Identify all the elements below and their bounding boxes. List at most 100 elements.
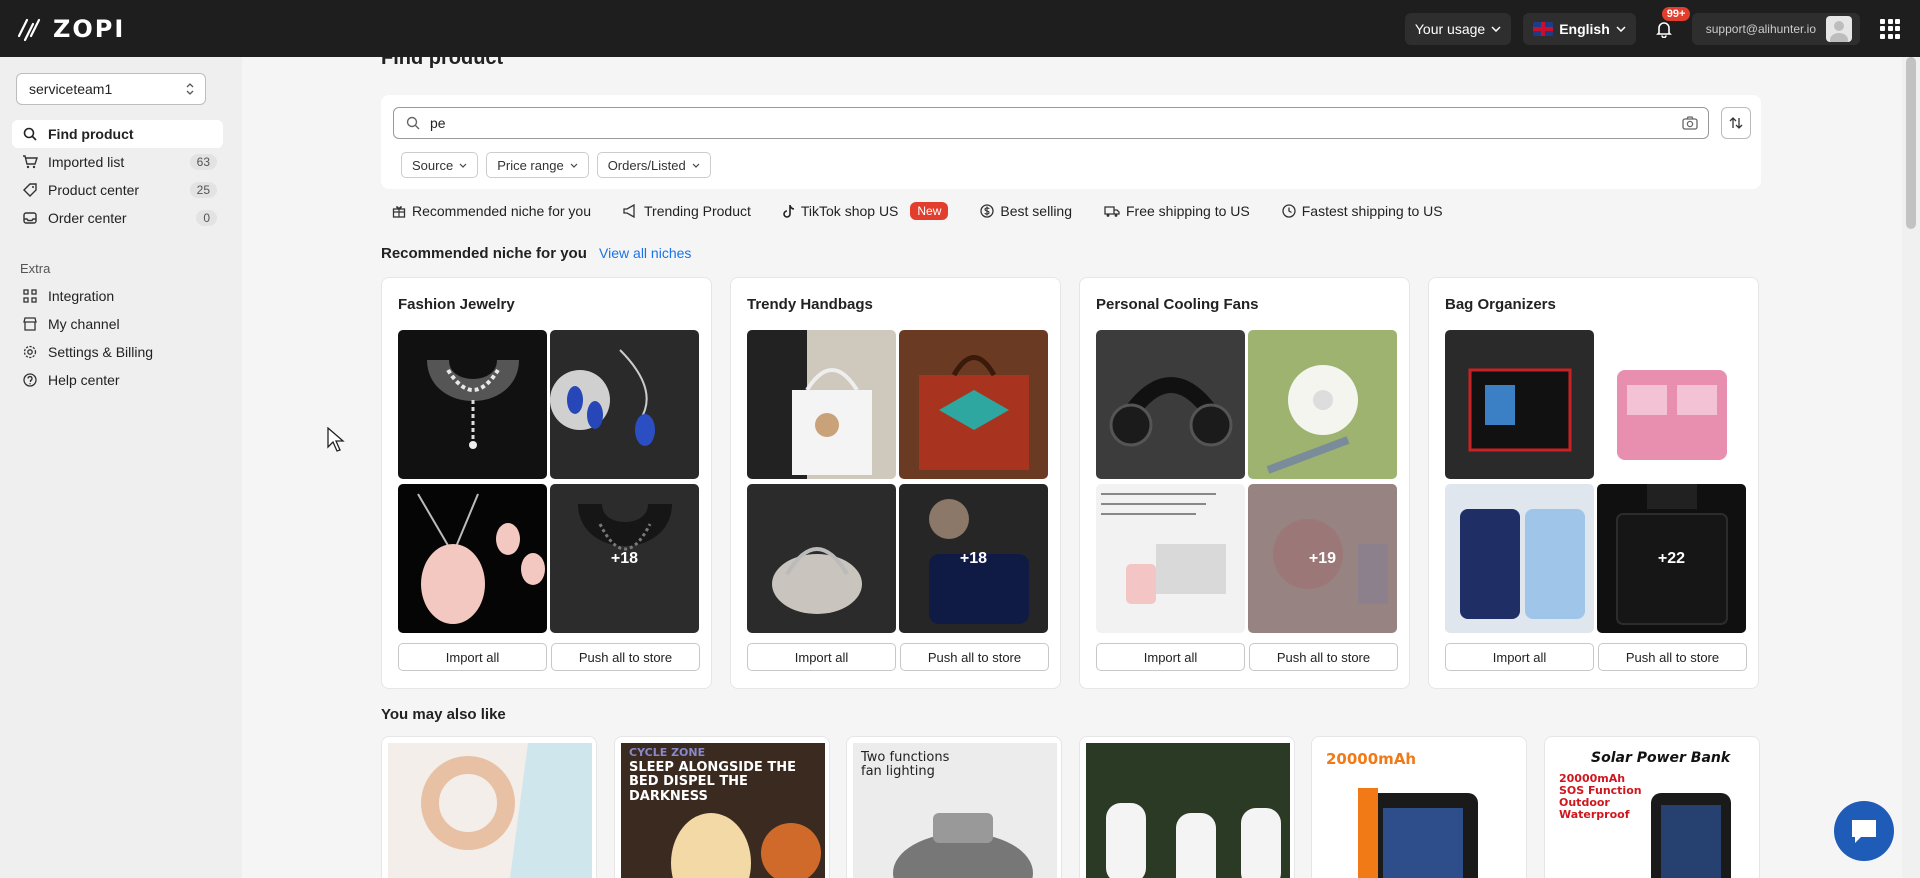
tab-label: Free shipping to US <box>1126 203 1250 219</box>
tab-label: Recommended niche for you <box>412 203 591 219</box>
sidebar-item-settings-billing[interactable]: Settings & Billing <box>12 338 223 366</box>
filter-label: Price range <box>497 157 564 173</box>
usage-dropdown[interactable]: Your usage <box>1404 12 1512 45</box>
import-all-button[interactable]: Import all <box>1445 643 1594 671</box>
logo-text: ZOPI <box>53 14 126 43</box>
push-all-to-store-button[interactable]: Push all to store <box>551 643 700 671</box>
product-image: Two functions fan lighting <box>853 743 1057 878</box>
sidebar-item-integration[interactable]: Integration <box>12 282 223 310</box>
product-card[interactable]: Solar Power Bank 20000mAh SOS Function O… <box>1544 736 1760 878</box>
team-select[interactable]: serviceteam1 <box>16 73 206 105</box>
camera-icon[interactable] <box>1682 116 1698 130</box>
product-image[interactable] <box>1248 330 1397 479</box>
tab-recommended-niche[interactable]: Recommended niche for you <box>392 203 591 219</box>
import-all-button[interactable]: Import all <box>398 643 547 671</box>
import-all-button[interactable]: Import all <box>1096 643 1245 671</box>
chat-button[interactable] <box>1834 801 1894 861</box>
avatar <box>1826 15 1852 42</box>
product-image[interactable] <box>899 330 1048 479</box>
product-image[interactable] <box>1597 330 1746 479</box>
sidebar-item-label: Imported list <box>48 154 125 170</box>
filter-label: Orders/Listed <box>607 157 686 173</box>
search-input-value: pe <box>430 115 446 131</box>
product-card[interactable]: Two functions fan lighting <box>846 736 1062 878</box>
chat-bubble-icon <box>1852 820 1876 843</box>
product-image[interactable] <box>1096 484 1245 633</box>
language-label: English <box>1559 20 1610 37</box>
apps-grid-icon[interactable] <box>1880 18 1900 39</box>
dollar-circle-icon <box>980 204 995 218</box>
truck-icon <box>1104 206 1120 217</box>
product-image[interactable] <box>398 330 547 479</box>
sidebar-item-label: Help center <box>48 372 120 388</box>
product-image[interactable] <box>1096 330 1245 479</box>
sidebar-item-product-center[interactable]: Product center 25 <box>12 176 223 204</box>
push-all-to-store-button[interactable]: Push all to store <box>900 643 1049 671</box>
view-all-niches-link[interactable]: View all niches <box>599 245 691 261</box>
tab-label: TikTok shop US <box>800 203 899 219</box>
product-card[interactable] <box>1079 736 1295 878</box>
product-image[interactable] <box>747 330 896 479</box>
product-image[interactable]: +22 <box>1597 484 1746 633</box>
notification-badge: 99+ <box>1661 6 1691 21</box>
push-all-to-store-button[interactable]: Push all to store <box>1249 643 1398 671</box>
tab-trending-product[interactable]: Trending Product <box>623 203 751 219</box>
product-image[interactable] <box>398 484 547 633</box>
tab-tiktok-shop-us[interactable]: TikTok shop US New <box>783 202 949 220</box>
notifications-button[interactable]: 99+ <box>1648 6 1691 45</box>
account-menu[interactable]: support@alihunter.io <box>1691 12 1860 45</box>
gift-icon <box>392 206 406 218</box>
niche-card: Fashion Jewelry +18 Import all Push all … <box>381 277 712 689</box>
push-all-to-store-button[interactable]: Push all to store <box>1598 643 1747 671</box>
tab-best-selling[interactable]: Best selling <box>980 203 1072 219</box>
import-all-button[interactable]: Import all <box>747 643 896 671</box>
tiktok-icon <box>783 204 794 218</box>
product-card[interactable]: 20000mAh <box>1311 736 1527 878</box>
sidebar-item-order-center[interactable]: Order center 0 <box>12 204 223 232</box>
niche-title: Trendy Handbags <box>747 296 873 313</box>
sidebar-item-label: Integration <box>48 288 115 304</box>
sidebar-item-find-product[interactable]: Find product <box>12 120 223 148</box>
filter-orders-listed[interactable]: Orders/Listed <box>596 152 711 178</box>
language-dropdown[interactable]: English <box>1523 12 1636 45</box>
scrollbar-thumb[interactable] <box>1906 57 1916 229</box>
product-card[interactable]: CYCLE ZONE SLEEP ALONGSIDE THE BED DISPE… <box>614 736 830 878</box>
product-image[interactable] <box>550 330 699 479</box>
scrollbar[interactable] <box>1902 57 1920 878</box>
niche-title: Bag Organizers <box>1445 296 1556 313</box>
product-image[interactable]: +18 <box>899 484 1048 633</box>
sidebar-item-help-center[interactable]: Help center <box>12 366 223 394</box>
product-image[interactable] <box>1445 484 1594 633</box>
sidebar-item-label: Order center <box>48 210 127 226</box>
product-image[interactable]: +19 <box>1248 484 1397 633</box>
product-image[interactable]: +18 <box>550 484 699 633</box>
sidebar-item-imported-list[interactable]: Imported list 63 <box>12 148 223 176</box>
filter-label: Source <box>412 157 454 173</box>
mouse-cursor-icon <box>327 427 345 452</box>
sidebar-item-label: Product center <box>48 182 140 198</box>
category-tabs: Recommended niche for you Trending Produ… <box>392 202 1443 220</box>
page-title: Find product <box>381 57 504 69</box>
tab-free-shipping-us[interactable]: Free shipping to US <box>1104 203 1250 219</box>
product-image: Solar Power Bank 20000mAh SOS Function O… <box>1551 743 1755 878</box>
niche-card: Trendy Handbags +18 Import all Push all … <box>730 277 1061 689</box>
logo[interactable]: ZOPI <box>15 14 125 44</box>
tag-icon <box>22 182 38 198</box>
tab-label: Best selling <box>1000 203 1072 219</box>
search-panel: pe Source Price range Orders/Listed <box>381 95 1761 189</box>
filter-source[interactable]: Source <box>401 152 479 178</box>
product-image <box>388 743 592 878</box>
filter-price-range[interactable]: Price range <box>486 152 589 178</box>
product-image[interactable] <box>1445 330 1594 479</box>
sidebar-item-my-channel[interactable]: My channel <box>12 310 223 338</box>
chevron-down-icon <box>1491 25 1501 32</box>
sort-button[interactable] <box>1721 107 1751 139</box>
account-email: support@alihunter.io <box>1705 21 1816 36</box>
search-input[interactable]: pe <box>393 107 1709 139</box>
zopi-logo-icon <box>17 18 41 41</box>
tab-fastest-shipping-us[interactable]: Fastest shipping to US <box>1282 203 1443 219</box>
tab-label: Trending Product <box>644 203 751 219</box>
product-card[interactable] <box>381 736 597 878</box>
product-image[interactable] <box>747 484 896 633</box>
help-circle-icon <box>22 372 38 388</box>
